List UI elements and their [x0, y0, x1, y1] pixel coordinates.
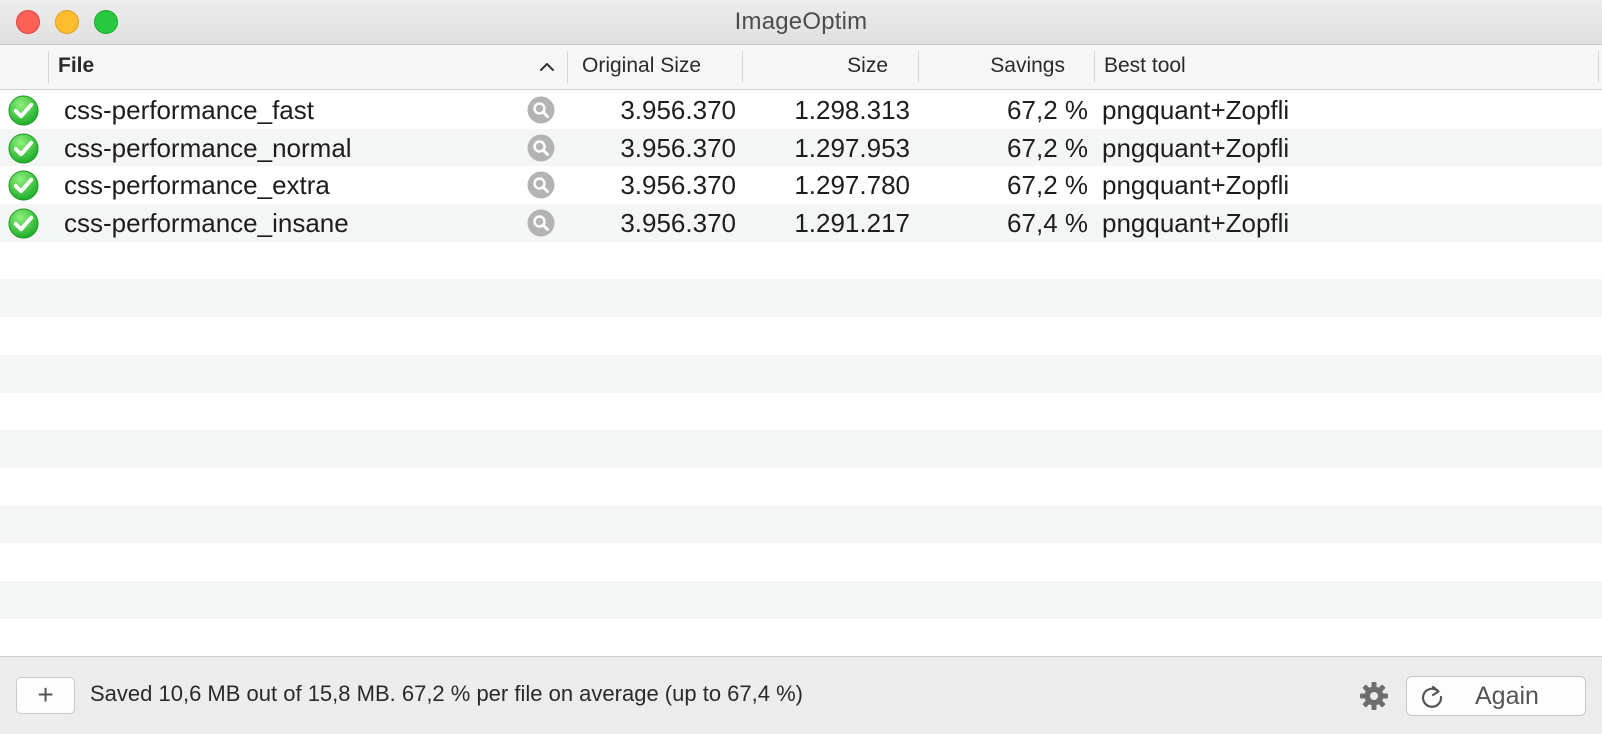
column-separator[interactable]	[48, 51, 49, 83]
checkmark-circle-icon	[8, 208, 39, 239]
checkmark-circle-icon	[8, 170, 39, 201]
checkmark-circle-icon	[8, 95, 39, 126]
savings-value: 67,2 %	[1007, 95, 1088, 125]
empty-row	[0, 468, 1602, 506]
app-window: ImageOptim File Original Size Size Savin…	[0, 0, 1602, 734]
again-button[interactable]: Again	[1406, 676, 1586, 716]
file-name: css-performance_insane	[64, 208, 349, 239]
savings-value: 67,4 %	[1007, 208, 1088, 239]
checkmark-circle-icon	[8, 133, 39, 164]
magnifier-icon[interactable]	[527, 209, 555, 237]
column-header-original-size[interactable]: Original Size	[582, 45, 716, 89]
empty-row	[0, 354, 1602, 393]
best-tool-value: pngquant+Zopfli	[1102, 95, 1290, 125]
column-header-savings[interactable]: Savings	[930, 45, 1065, 89]
column-header-file[interactable]: File	[58, 45, 94, 89]
empty-row	[0, 393, 1602, 431]
best-tool-value: pngquant+Zopfli	[1102, 208, 1290, 239]
empty-row	[0, 543, 1602, 581]
chevron-up-icon[interactable]	[538, 58, 556, 76]
table-row[interactable]: css-performance_normal 3.956.370 1.297.9…	[0, 128, 1602, 167]
column-separator[interactable]	[567, 51, 568, 83]
size-value: 1.297.953	[794, 132, 910, 163]
column-header-best-tool[interactable]: Best tool	[1104, 45, 1186, 89]
column-separator[interactable]	[918, 51, 919, 83]
size-value: 1.291.217	[794, 208, 910, 239]
table-row[interactable]: css-performance_extra 3.956.370 1.297.78…	[0, 166, 1602, 204]
table-row[interactable]: css-performance_insane 3.956.370 1.291.2…	[0, 204, 1602, 242]
savings-summary: Saved 10,6 MB out of 15,8 MB. 67,2 % per…	[90, 681, 803, 706]
window-title: ImageOptim	[734, 8, 868, 35]
magnifier-icon[interactable]	[527, 171, 555, 199]
gear-icon[interactable]	[1359, 681, 1389, 711]
best-tool-value: pngquant+Zopfli	[1102, 170, 1290, 201]
savings-value: 67,2 %	[1007, 132, 1088, 163]
title-bar[interactable]: ImageOptim	[0, 0, 1602, 45]
again-button-label: Again	[1475, 682, 1539, 710]
empty-row	[0, 317, 1602, 355]
original-size-value: 3.956.370	[620, 208, 736, 239]
size-value: 1.298.313	[794, 95, 910, 125]
file-table[interactable]: css-performance_fast 3.956.370 1.298.313…	[0, 91, 1602, 655]
column-separator[interactable]	[742, 51, 743, 83]
table-header: File Original Size Size Savings Best too…	[0, 45, 1602, 90]
status-bar: + Saved 10,6 MB out of 15,8 MB. 67,2 % p…	[0, 656, 1602, 734]
magnifier-icon[interactable]	[527, 134, 555, 162]
refresh-icon	[1421, 685, 1443, 708]
file-name: css-performance_fast	[64, 95, 314, 125]
best-tool-value: pngquant+Zopfli	[1102, 132, 1290, 163]
size-value: 1.297.780	[794, 170, 910, 201]
empty-row	[0, 430, 1602, 468]
add-files-button[interactable]: +	[16, 677, 75, 714]
savings-value: 67,2 %	[1007, 170, 1088, 201]
file-name: css-performance_normal	[64, 132, 352, 163]
empty-row	[0, 279, 1602, 318]
column-separator[interactable]	[1094, 51, 1095, 83]
empty-row	[0, 242, 1602, 280]
empty-row	[0, 505, 1602, 544]
column-separator[interactable]	[1598, 51, 1599, 83]
file-name: css-performance_extra	[64, 170, 330, 201]
table-row[interactable]: css-performance_fast 3.956.370 1.298.313…	[0, 91, 1602, 129]
empty-row	[0, 580, 1602, 619]
magnifier-icon[interactable]	[527, 96, 555, 124]
empty-row	[0, 619, 1602, 655]
original-size-value: 3.956.370	[620, 95, 736, 125]
original-size-value: 3.956.370	[620, 170, 736, 201]
column-header-size[interactable]: Size	[750, 45, 888, 89]
original-size-value: 3.956.370	[620, 132, 736, 163]
